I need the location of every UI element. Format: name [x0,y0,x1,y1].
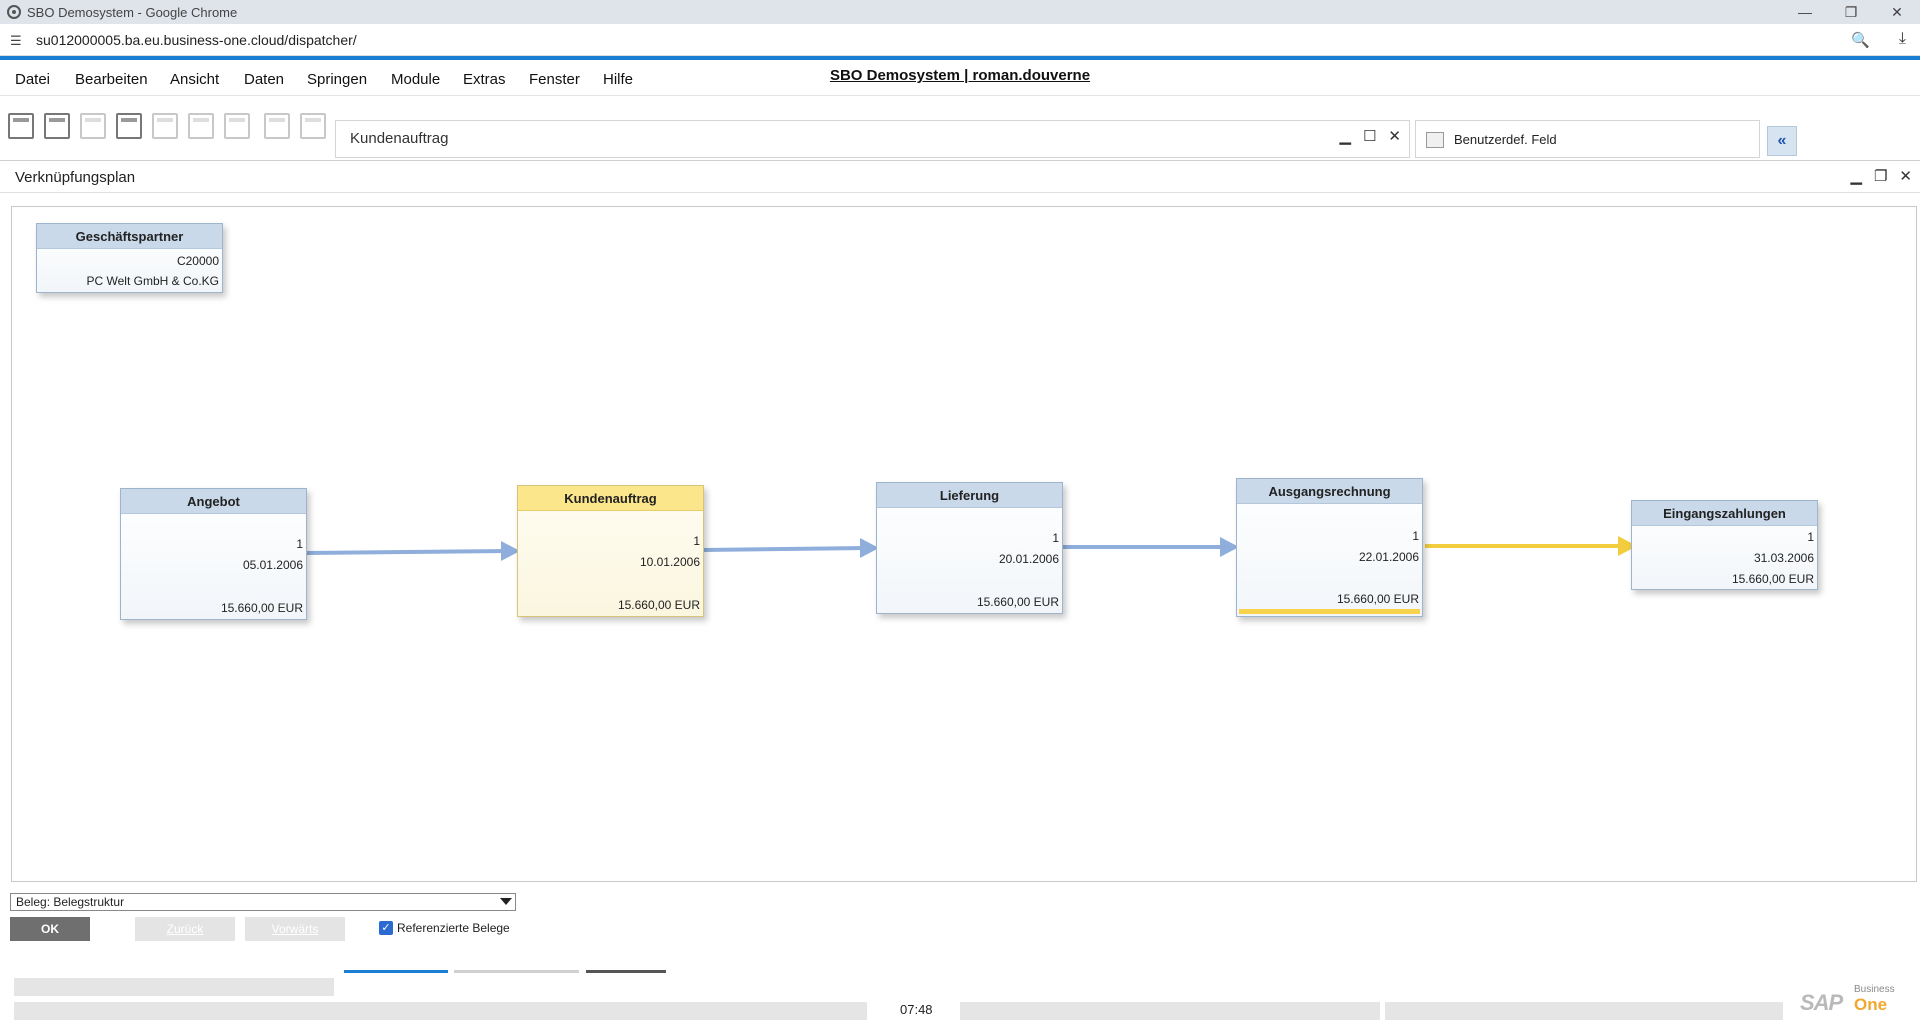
zoom-icon[interactable]: 🔍 [1851,31,1870,49]
excel-icon[interactable] [152,113,178,139]
node-angebot[interactable]: Angebot 1 05.01.2006 15.660,00 EUR [120,488,307,620]
node-business-partner[interactable]: Geschäftspartner C20000 PC Welt GmbH & C… [36,223,223,293]
link-angebot-kundenauftrag [305,549,509,555]
partner-name: PC Welt GmbH & Co.KG [86,274,219,288]
doc-date: 22.01.2006 [1358,550,1419,564]
status-field-2 [14,1002,867,1020]
beleg-select-value: Beleg: Belegstruktur [16,895,125,909]
sap-business-one-logo: SAP Business One [1800,982,1900,1016]
open-status-bar [1239,609,1420,614]
close-icon[interactable]: ✕ [1874,0,1920,24]
relationship-map-window: Verknüpfungsplan ▁ ❐ ✕ Geschäftspartner … [0,160,1920,970]
restore-icon[interactable]: ❐ [1874,167,1887,185]
move-icon[interactable] [264,113,290,139]
word-icon[interactable] [188,113,214,139]
sms-icon[interactable] [80,113,106,139]
node-kundenauftrag[interactable]: Kundenauftrag 1 10.01.2006 15.660,00 EUR [517,485,704,617]
chevron-down-icon[interactable] [500,898,512,905]
doc-number: 1 [1052,531,1059,545]
pdf-icon[interactable] [224,113,250,139]
minimize-icon[interactable]: ▁ [1850,167,1862,185]
logo-sap: SAP [1800,990,1843,1015]
node-ausgangsrechnung[interactable]: Ausgangsrechnung 1 22.01.2006 15.660,00 … [1236,478,1423,617]
doc-amount: 15.660,00 EUR [617,598,700,612]
status-field-4 [1385,1002,1783,1020]
doc-amount: 15.660,00 EUR [1336,592,1419,606]
print-preview-icon[interactable] [8,113,34,139]
checkbox-checked-icon[interactable]: ✓ [379,921,393,935]
window-controls: — ❐ ✕ [1782,0,1920,24]
doc-date: 05.01.2006 [242,558,303,572]
node-eingangszahlungen[interactable]: Eingangszahlungen 1 31.03.2006 15.660,00… [1631,500,1818,590]
node-title: Kundenauftrag [518,486,703,511]
email-icon[interactable] [44,113,70,139]
collapse-panel-button[interactable]: « [1767,126,1797,156]
background-window-kundenauftrag[interactable]: Kundenauftrag ▁ ☐ ✕ [335,120,1410,158]
browser-title: SBO Demosystem - Google Chrome [27,4,238,20]
url-field[interactable]: su012000005.ba.eu.business-one.cloud/dis… [36,32,357,48]
close-icon[interactable]: ✕ [1388,127,1401,145]
relationship-map-canvas: Geschäftspartner C20000 PC Welt GmbH & C… [11,206,1917,882]
tab-indicator-2 [454,970,579,973]
status-field-1 [14,978,334,996]
tab-indicator-3 [586,970,666,973]
layout-icon[interactable] [300,113,326,139]
menu-bar: Datei Bearbeiten Ansicht Daten Springen … [0,60,1920,96]
doc-date: 10.01.2006 [639,555,700,569]
partner-code: C20000 [176,254,219,268]
window-title: Verknüpfungsplan [15,169,136,186]
doc-date: 31.03.2006 [1753,551,1814,565]
window-header: Verknüpfungsplan ▁ ❐ ✕ [0,161,1920,193]
node-title: Eingangszahlungen [1632,501,1817,526]
status-field-3 [960,1002,1380,1020]
close-icon[interactable]: ✕ [1899,167,1912,185]
logo-business: Business [1854,984,1895,995]
print-icon[interactable] [116,113,142,139]
background-window-controls: ▁ ☐ ✕ [1339,127,1401,145]
site-settings-icon[interactable]: ☰ [10,33,26,48]
logo-one: One [1854,995,1888,1014]
browser-titlebar: SBO Demosystem - Google Chrome — ❐ ✕ [0,0,1920,24]
chrome-icon [7,5,21,19]
tab-indicator [344,970,448,973]
doc-amount: 15.660,00 EUR [1731,572,1814,586]
address-bar: ☰ su012000005.ba.eu.business-one.cloud/d… [0,24,1920,56]
maximize-icon[interactable]: ☐ [1363,127,1376,145]
status-area: 07:48 SAP Business One [0,970,1920,1032]
doc-number: 1 [1807,530,1814,544]
referenced-docs-label: Referenzierte Belege [397,921,510,935]
download-icon[interactable]: ⤓ [1899,30,1906,48]
node-title: Geschäftspartner [37,224,222,249]
window-controls: ▁ ❐ ✕ [1850,167,1912,185]
minimize-icon[interactable]: — [1782,0,1828,24]
restore-icon[interactable]: ❐ [1828,0,1874,24]
doc-amount: 15.660,00 EUR [220,601,303,615]
clock: 07:48 [900,1002,933,1017]
doc-amount: 15.660,00 EUR [976,595,1059,609]
user-field-label[interactable]: Benutzerdef. Feld [1454,132,1557,147]
app-title: SBO Demosystem | roman.douverne [829,67,1091,84]
node-lieferung[interactable]: Lieferung 1 20.01.2006 15.660,00 EUR [876,482,1063,614]
node-title: Ausgangsrechnung [1237,479,1422,504]
doc-number: 1 [1412,529,1419,543]
forward-button[interactable]: Vorwärts [245,917,345,941]
node-title: Lieferung [877,483,1062,508]
doc-number: 1 [296,537,303,551]
user-field-icon [1426,132,1444,148]
background-window-title: Kundenauftrag [350,130,449,147]
doc-date: 20.01.2006 [998,552,1059,566]
link-kundenauftrag-lieferung [702,546,868,552]
doc-number: 1 [693,534,700,548]
beleg-select[interactable]: Beleg: Belegstruktur [10,893,516,911]
back-button[interactable]: Zurück [135,917,235,941]
referenced-docs-checkbox[interactable]: ✓ Referenzierte Belege [379,921,510,935]
node-title: Angebot [121,489,306,514]
ok-button[interactable]: OK [10,917,90,941]
side-panel: Benutzerdef. Feld [1415,120,1760,158]
minimize-icon[interactable]: ▁ [1339,127,1351,145]
